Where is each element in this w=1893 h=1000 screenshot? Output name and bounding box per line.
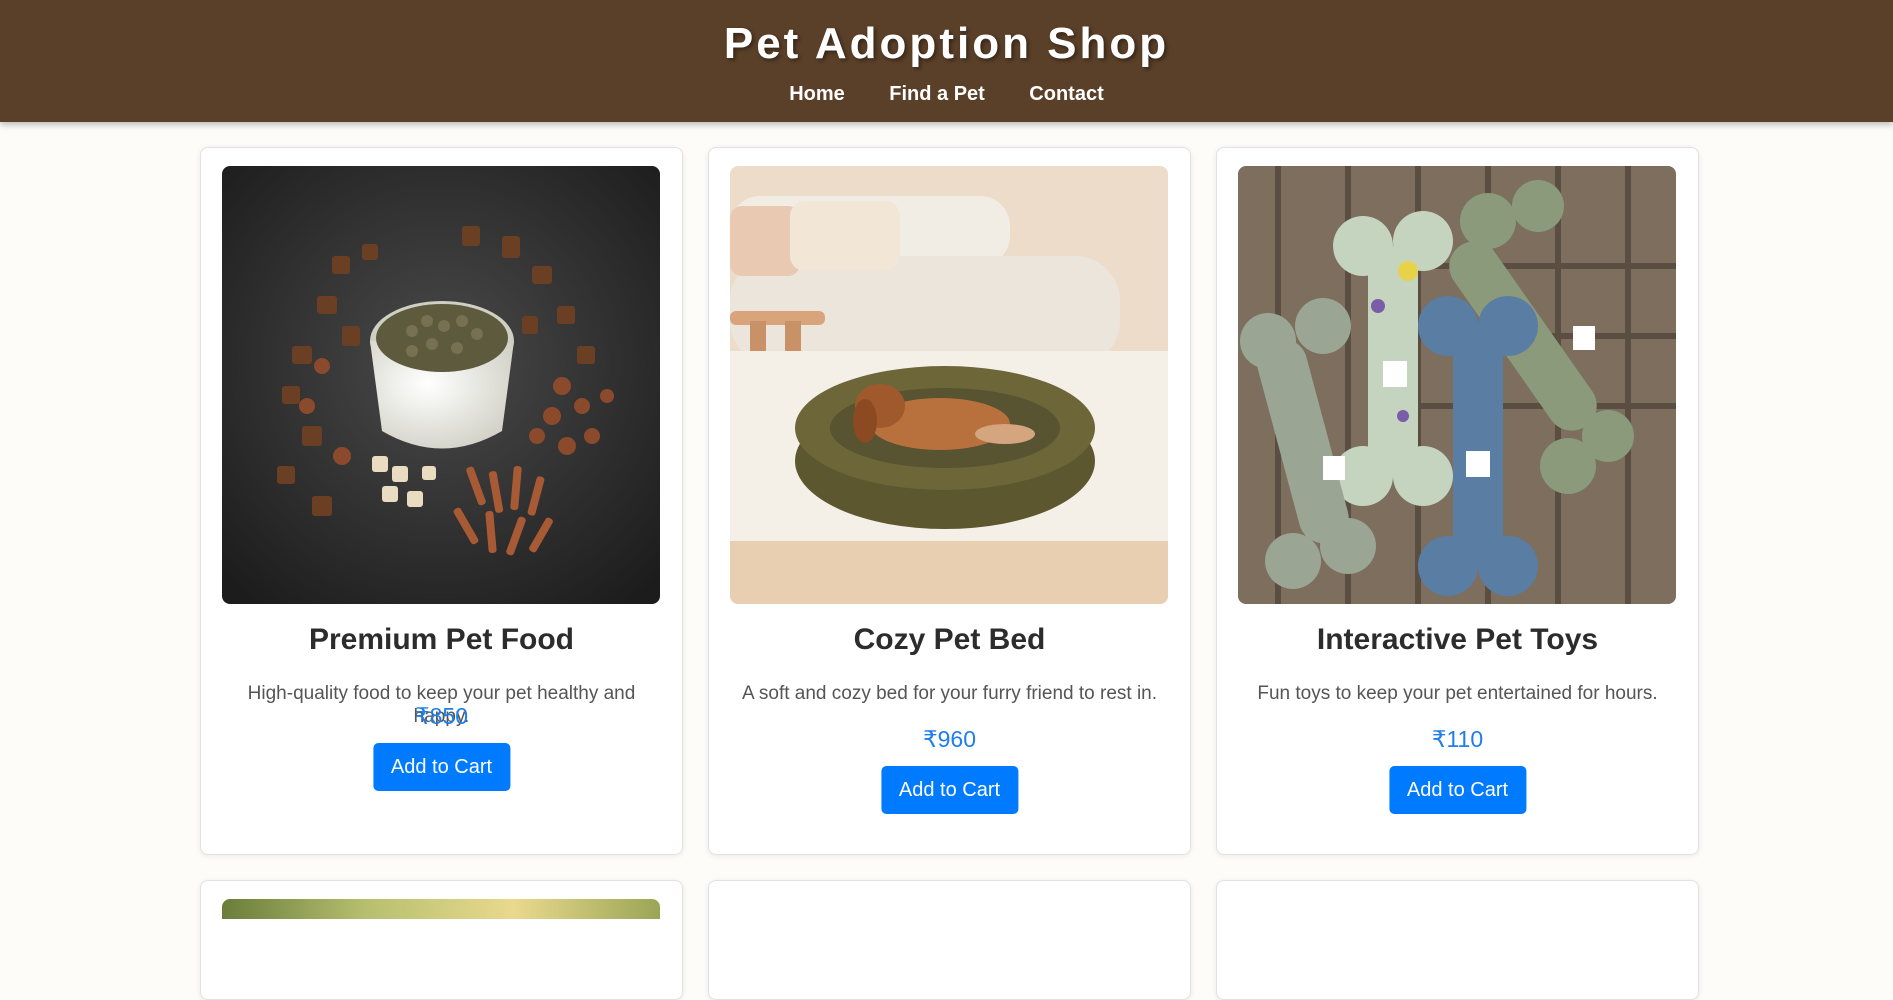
pet-bed-image (730, 166, 1168, 604)
product-card: Cozy Pet Bed A soft and cozy bed for you… (708, 147, 1191, 855)
product-grid-row-2 (200, 880, 1700, 1000)
product-image (222, 166, 660, 604)
site-header: Pet Adoption Shop Home Find a Pet Contac… (0, 0, 1893, 122)
product-image (730, 166, 1168, 604)
product-description: Fun toys to keep your pet entertained fo… (1257, 683, 1658, 704)
site-title: Pet Adoption Shop (723, 19, 1170, 68)
product-title: Interactive Pet Toys (1316, 623, 1599, 656)
nav-contact-link[interactable]: Contact (1029, 83, 1103, 105)
pet-toys-image (1238, 166, 1676, 604)
pet-food-image (222, 166, 660, 604)
add-to-cart-button[interactable]: Add to Cart (372, 743, 511, 791)
product-card (708, 880, 1191, 1000)
product-card: Interactive Pet Toys Fun toys to keep yo… (1216, 147, 1699, 855)
product-price: ₹110 (1431, 726, 1484, 752)
product-image (222, 899, 660, 919)
main-nav: Home Find a Pet Contact (0, 83, 1893, 106)
product-card (200, 880, 683, 1000)
nav-home-link[interactable]: Home (789, 83, 845, 105)
product-grid: Premium Pet Food High-quality food to ke… (200, 147, 1700, 855)
product-description: A soft and cozy bed for your furry frien… (741, 683, 1158, 704)
product-title: Premium Pet Food (308, 623, 575, 656)
product-price: ₹960 (922, 726, 976, 752)
product-title: Cozy Pet Bed (853, 623, 1046, 656)
add-to-cart-button[interactable]: Add to Cart (1388, 766, 1527, 814)
product-price: ₹850 (414, 703, 468, 729)
product-card (1216, 880, 1699, 1000)
product-image (1238, 166, 1676, 604)
product-card: Premium Pet Food High-quality food to ke… (200, 147, 683, 855)
nav-find-pet-link[interactable]: Find a Pet (889, 83, 985, 105)
add-to-cart-button[interactable]: Add to Cart (880, 766, 1019, 814)
